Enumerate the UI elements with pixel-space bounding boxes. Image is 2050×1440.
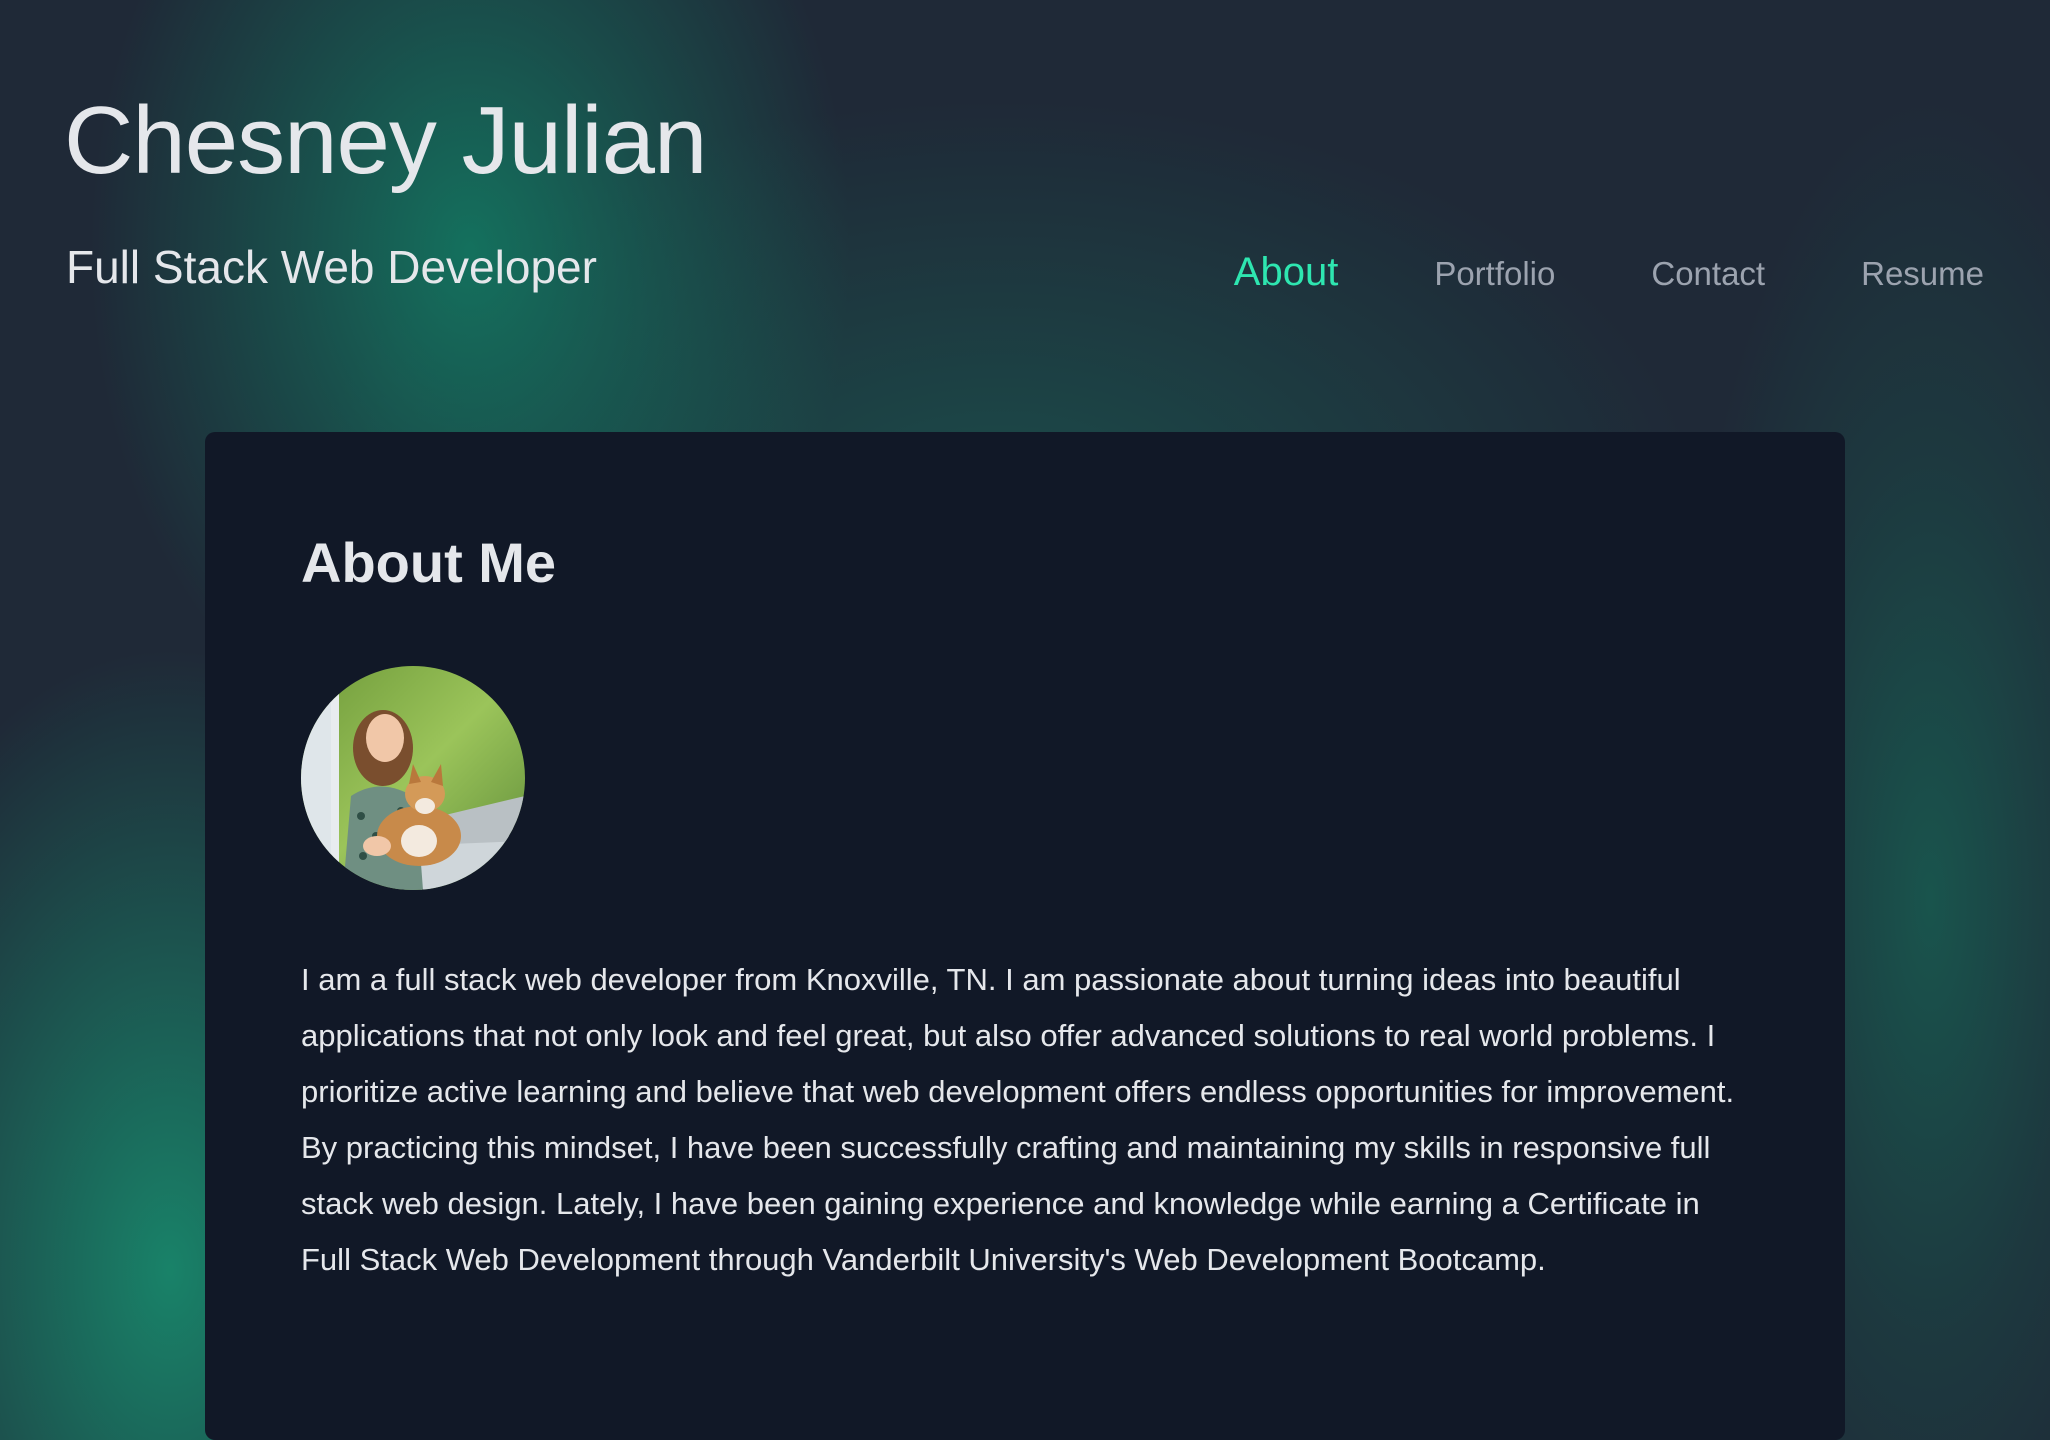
site-title: Chesney Julian bbox=[64, 87, 707, 194]
main-nav: About Portfolio Contact Resume bbox=[1234, 250, 1984, 295]
site-header: Chesney Julian Full Stack Web Developer … bbox=[0, 0, 2050, 330]
nav-link-portfolio[interactable]: Portfolio bbox=[1434, 255, 1555, 293]
avatar bbox=[301, 665, 525, 890]
profile-photo bbox=[301, 665, 525, 890]
nav-link-contact[interactable]: Contact bbox=[1651, 255, 1765, 293]
about-heading: About Me bbox=[301, 531, 557, 594]
nav-link-about[interactable]: About bbox=[1234, 250, 1339, 295]
about-bio: I am a full stack web developer from Kno… bbox=[301, 961, 1735, 1277]
about-card: About Me I am a full stack web developer… bbox=[205, 432, 1845, 1440]
site-tagline: Full Stack Web Developer bbox=[66, 241, 597, 293]
nav-link-resume[interactable]: Resume bbox=[1861, 255, 1984, 293]
